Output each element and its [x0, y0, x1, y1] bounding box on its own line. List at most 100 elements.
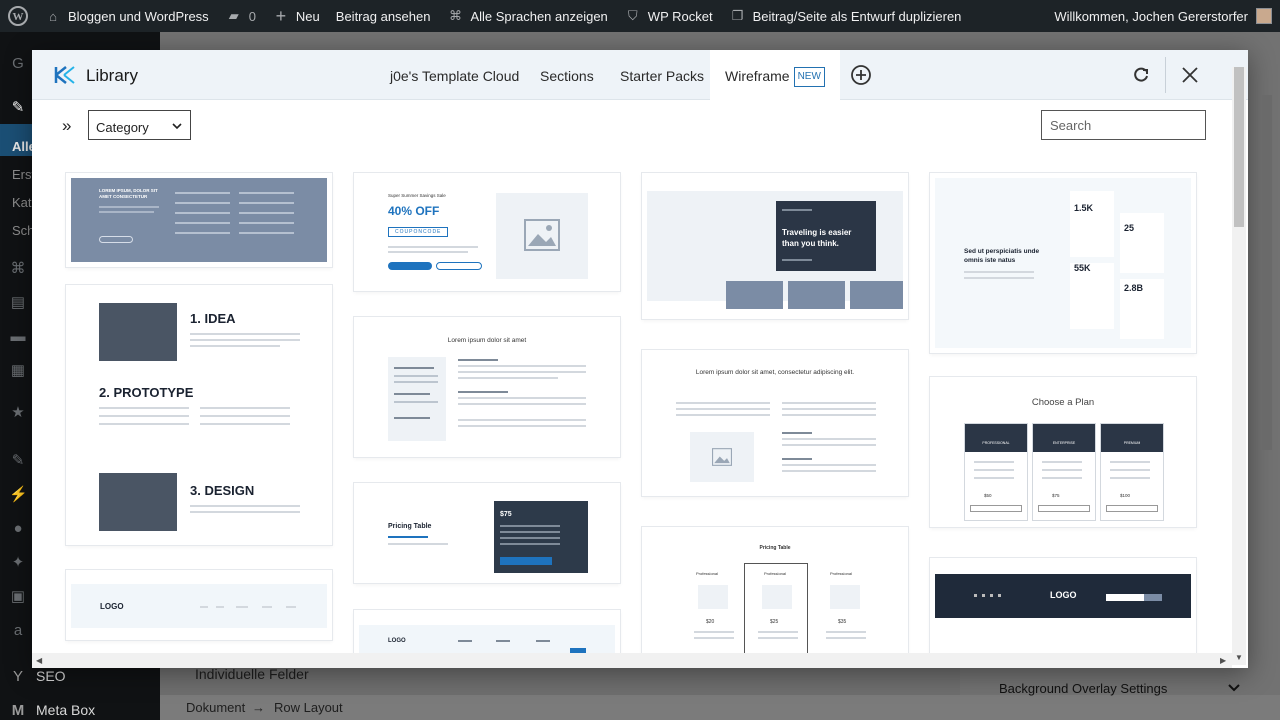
stat-value: 55K	[1074, 263, 1091, 273]
search-input[interactable]	[1041, 110, 1206, 140]
card-plan: PROFESSIONAL	[982, 441, 1010, 445]
tab-sections[interactable]: Sections	[540, 50, 594, 100]
card-plan: ENTERPRISE	[1052, 441, 1076, 445]
users-icon[interactable]: ●	[9, 520, 27, 538]
category-select[interactable]: Category	[88, 110, 191, 140]
card-heading: Lorem ipsum dolor sit amet	[447, 337, 527, 344]
wireframe-card[interactable]: LOREM IPSUM, DOLOR SIT AMET CONSECTETUR	[66, 173, 332, 267]
copy-icon: ❐	[731, 8, 744, 23]
all-languages-link[interactable]: ⌘ Alle Sprachen anzeigen	[438, 0, 615, 32]
comments-count: 0	[248, 8, 256, 24]
card-heading: Traveling is easier than you think.	[782, 228, 852, 248]
comments-link[interactable]: ▰ 0	[217, 0, 264, 32]
menu-seo[interactable]: SEO	[36, 668, 66, 684]
wireframe-card[interactable]: Lorem ipsum dolor sit amet	[354, 317, 620, 457]
wp-admin-bar: W ⌂ Bloggen und WordPress ▰ 0 + Neu Beit…	[0, 0, 1280, 32]
wireframe-card[interactable]: LOGO	[66, 570, 332, 640]
wireframe-card[interactable]: Sed ut perspiciatis unde omnis iste natu…	[930, 173, 1196, 353]
tab-template-cloud[interactable]: j0e's Template Cloud	[390, 50, 519, 100]
google-icon[interactable]: G	[9, 55, 27, 73]
wireframe-card[interactable]: LOGO	[354, 610, 620, 653]
card-heading: Pricing Table	[388, 523, 432, 530]
comments-icon[interactable]: ▬	[9, 328, 27, 346]
menu-meta-box[interactable]: Meta Box	[36, 702, 95, 718]
translate-icon[interactable]: ⌘	[9, 260, 27, 278]
tab-starter-packs[interactable]: Starter Packs	[620, 50, 704, 100]
card-logo: LOGO	[388, 638, 406, 644]
scroll-right-arrow-icon[interactable]: ▶	[1220, 656, 1226, 665]
new-label: Neu	[295, 8, 320, 24]
sidebar-toggle-icon[interactable]: »	[62, 116, 71, 136]
add-library-plus-icon[interactable]	[850, 64, 872, 86]
stat-value: 2.8B	[1124, 283, 1144, 293]
pin-icon[interactable]: ✎	[9, 99, 27, 117]
card-price: $35	[838, 619, 847, 625]
my-account[interactable]: Willkommen, Jochen Gererstorfer	[1054, 8, 1280, 24]
amazon-icon[interactable]: a	[9, 622, 27, 640]
wireframe-card[interactable]: Pricing Table $75	[354, 483, 620, 583]
close-icon[interactable]	[1180, 65, 1200, 85]
rocket-shield-icon: ⛉	[627, 8, 638, 23]
page-scrollbar[interactable]	[1262, 95, 1272, 450]
plugin-icon[interactable]: ★	[9, 404, 27, 422]
blocks-icon[interactable]: ▦	[9, 362, 27, 380]
card-small-text: Super Summer Savings Sale	[388, 193, 446, 198]
wireframe-card[interactable]: Lorem ipsum dolor sit amet, consectetur …	[642, 350, 908, 496]
card-price: $75	[1052, 493, 1060, 498]
tools-icon[interactable]: ✦	[9, 554, 27, 572]
breadcrumb-document[interactable]: Dokument	[186, 700, 245, 715]
wireframe-card[interactable]: Choose a Plan PROFESSIONAL ENTERPRISE PR…	[930, 377, 1196, 527]
new-content-link[interactable]: + Neu	[264, 0, 328, 32]
plus-icon: +	[275, 5, 287, 26]
wireframe-card[interactable]: Pricing Table Professional Professional …	[642, 527, 908, 653]
template-grid: LOREM IPSUM, DOLOR SIT AMET CONSECTETUR …	[32, 155, 1230, 653]
wireframe-card[interactable]: Super Summer Savings Sale 40% OFF COUPON…	[354, 173, 620, 291]
card-plan: Professional	[830, 571, 853, 576]
background-overlay-settings[interactable]: Background Overlay Settings	[985, 676, 1250, 700]
library-header: Library j0e's Template Cloud Sections St…	[32, 50, 1248, 101]
card-heading: LOREM IPSUM, DOLOR SIT AMET CONSECTETUR	[99, 188, 158, 199]
wireframe-card[interactable]: Traveling is easier than you think.	[642, 173, 908, 319]
custom-fields-label: Individuelle Felder	[195, 666, 309, 682]
card-heading: 2. PROTOTYPE	[99, 385, 194, 400]
duplicate-draft-link[interactable]: ❐ Beitrag/Seite als Entwurf duplizieren	[721, 0, 970, 32]
vertical-scrollbar[interactable]: ▼	[1232, 67, 1246, 665]
wp-rocket-link[interactable]: ⛉ WP Rocket	[616, 0, 721, 32]
plugins-icon[interactable]: ⚡	[9, 486, 28, 504]
meta-box-icon[interactable]: M	[9, 702, 27, 720]
breadcrumb-row-layout[interactable]: Row Layout	[274, 700, 343, 715]
card-heading: 1. IDEA	[190, 311, 236, 326]
wireframe-card[interactable]: 1. IDEA 2. PROTOTYPE 3. DESIGN	[66, 285, 332, 545]
welcome-label: Willkommen, Jochen Gererstorfer	[1054, 8, 1248, 24]
site-name-link[interactable]: ⌂ Bloggen und WordPress	[36, 0, 217, 32]
card-price: $75	[500, 511, 512, 518]
settings-icon[interactable]: ▣	[9, 588, 27, 606]
card-coupon: COUPONCODE	[388, 227, 449, 237]
breadcrumb-arrow: →	[252, 700, 265, 715]
home-icon: ⌂	[49, 8, 57, 24]
stat-value: 1.5K	[1074, 203, 1094, 213]
vertical-scroll-thumb[interactable]	[1234, 67, 1244, 227]
wireframe-card[interactable]: LOGO	[930, 558, 1196, 653]
scroll-down-arrow-icon[interactable]: ▼	[1235, 653, 1243, 662]
appearance-icon[interactable]: ✎	[9, 452, 27, 470]
card-heading: Pricing Table	[759, 545, 791, 551]
horizontal-scrollbar[interactable]: ◀ ▶	[32, 653, 1232, 668]
card-logo: LOGO	[100, 602, 124, 611]
card-heading: 3. DESIGN	[190, 483, 255, 498]
card-plan: Professional	[696, 571, 719, 576]
sync-icon[interactable]	[1132, 66, 1150, 84]
media-icon[interactable]: ▤	[9, 294, 27, 312]
view-post-link[interactable]: Beitrag ansehen	[328, 0, 439, 32]
avatar	[1256, 8, 1272, 24]
wordpress-logo[interactable]: W	[0, 0, 36, 32]
card-heading: 40% OFF	[388, 204, 440, 218]
tab-wireframe[interactable]: Wireframe NEW	[710, 50, 840, 101]
tab-wireframe-label: Wireframe	[725, 68, 790, 84]
duplicate-label: Beitrag/Seite als Entwurf duplizieren	[752, 8, 962, 24]
image-placeholder-icon	[712, 448, 732, 466]
new-badge: NEW	[793, 67, 825, 88]
stat-value: 25	[1124, 223, 1135, 233]
seo-icon[interactable]: Y	[9, 668, 27, 686]
scroll-left-arrow-icon[interactable]: ◀	[36, 656, 42, 665]
